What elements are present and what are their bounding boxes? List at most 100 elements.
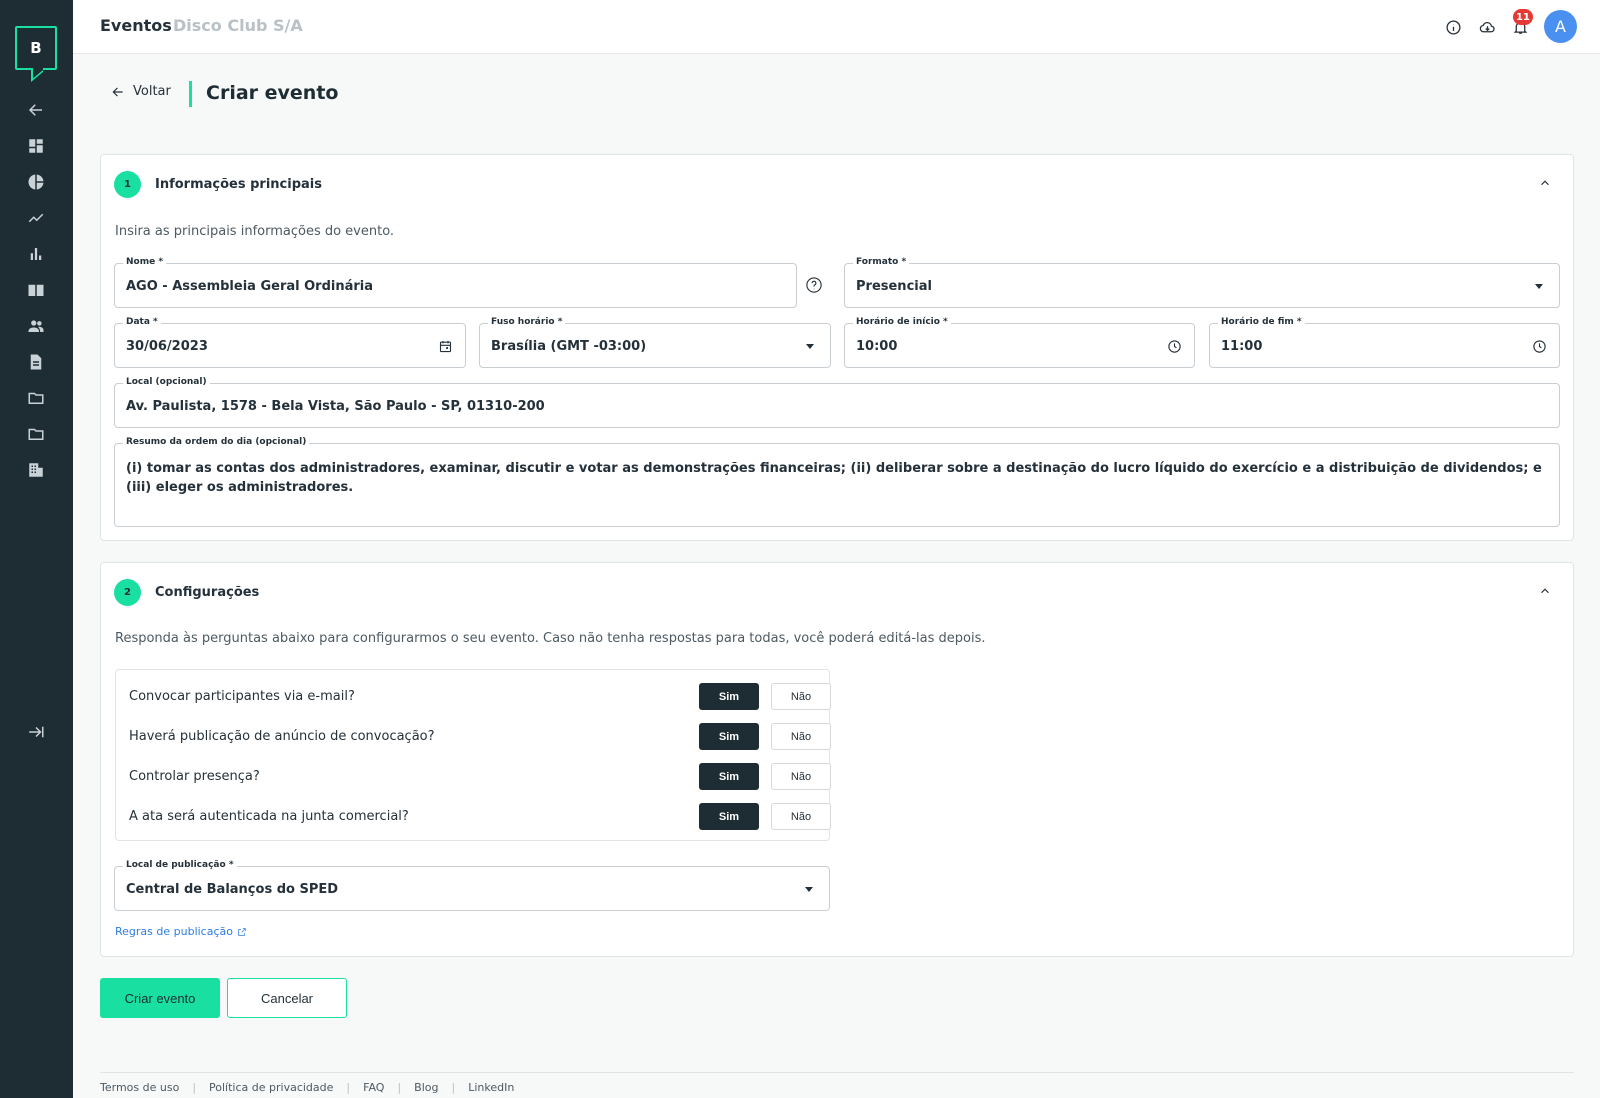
top-header: Eventos Disco Club S/A [73,0,1600,54]
arrow-left-icon [112,87,123,96]
dropdown-caret-icon [801,881,817,897]
publication-rules-link[interactable]: Regras de publicação [115,925,247,938]
step-badge: 1 [114,171,141,198]
step-badge: 2 [114,579,141,606]
field-label: Local de publicação * [123,860,237,870]
question-text: Convocar participantes via e-mail? [129,689,355,704]
back-label: Voltar [133,84,171,99]
company-name[interactable]: Disco Club S/A [173,16,303,35]
question-row: Convocar participantes via e-mail? Sim N… [129,682,831,712]
yes-button[interactable]: Sim [699,803,759,830]
question-row: Haverá publicação de anúncio de convocaç… [129,722,831,752]
location-field[interactable]: Local (opcional) Av. Paulista, 1578 - Be… [114,377,1560,428]
calendar-icon[interactable] [437,338,453,354]
start-time-field[interactable]: Horário de início * 10:00 [844,317,1195,368]
question-text: A ata será autenticada na junta comercia… [129,809,409,824]
question-row: Controlar presença? Sim Não [129,762,831,792]
footer-divider: | [397,1081,402,1094]
dropdown-caret-icon [802,338,818,354]
page-title: Criar evento [206,82,339,104]
field-label: Resumo da ordem do dia (opcional) [123,437,310,447]
help-icon[interactable] [805,276,823,294]
section-title: Informações principais [155,177,322,192]
name-field[interactable]: Nome * AGO - Assembleia Geral Ordinária [114,257,797,308]
bar-chart-icon[interactable] [26,244,46,264]
pie-chart-icon[interactable] [26,172,46,192]
footer-link-faq[interactable]: FAQ [363,1081,384,1094]
agenda-summary-textarea[interactable]: Resumo da ordem do dia (opcional) (i) to… [114,437,1560,527]
clock-icon[interactable] [1166,338,1182,354]
cloud-download-icon[interactable] [1477,17,1497,37]
field-value: 30/06/2023 [126,339,208,354]
no-button[interactable]: Não [771,803,831,830]
sidebar: B [0,0,73,1098]
building-icon[interactable] [26,460,46,480]
chevron-up-icon[interactable] [1538,583,1556,601]
field-value: Av. Paulista, 1578 - Bela Vista, São Pau… [126,399,545,414]
field-label: Data * [123,317,161,327]
arrow-left-icon[interactable] [26,100,46,120]
section-description: Insira as principais informações do even… [115,224,395,239]
avatar[interactable]: A [1544,10,1577,43]
no-button[interactable]: Não [771,683,831,710]
question-text: Controlar presença? [129,769,260,784]
folder-icon[interactable] [26,388,46,408]
notification-badge: 11 [1513,9,1533,25]
timezone-select[interactable]: Fuso horário * Brasília (GMT -03:00) [479,317,831,368]
question-text: Haverá publicação de anúncio de convocaç… [129,729,435,744]
end-time-field[interactable]: Horário de fim * 11:00 [1209,317,1560,368]
yes-button[interactable]: Sim [699,763,759,790]
field-label: Fuso horário * [488,317,566,327]
field-value: Brasília (GMT -03:00) [491,339,647,354]
publication-location-select[interactable]: Local de publicação * Central de Balanço… [114,860,830,911]
yes-button[interactable]: Sim [699,683,759,710]
footer-divider: | [192,1081,197,1094]
no-button[interactable]: Não [771,723,831,750]
logo-letter: B [30,39,42,57]
field-value: AGO - Assembleia Geral Ordinária [126,279,374,294]
clock-icon[interactable] [1531,338,1547,354]
question-row: A ata será autenticada na junta comercia… [129,802,831,832]
title-accent-bar [189,81,192,107]
field-value: Central de Balanços do SPED [126,882,339,897]
back-link[interactable]: Voltar [111,84,171,99]
trending-icon[interactable] [26,208,46,228]
dropdown-caret-icon [1531,278,1547,294]
no-button[interactable]: Não [771,763,831,790]
footer-divider: | [346,1081,351,1094]
chevron-up-icon[interactable] [1538,175,1556,193]
date-field[interactable]: Data * 30/06/2023 [114,317,466,368]
questions-box: Convocar participantes via e-mail? Sim N… [115,669,831,841]
brand-logo[interactable]: B [15,26,57,70]
link-label: Regras de publicação [115,925,233,938]
app-title: Eventos [100,16,172,35]
field-label: Horário de fim * [1218,317,1305,327]
yes-button[interactable]: Sim [699,723,759,750]
field-label: Horário de início * [853,317,951,327]
dashboard-icon[interactable] [26,136,46,156]
info-icon[interactable] [1443,17,1463,37]
section-title: Configurações [155,585,260,600]
footer-link-linkedin[interactable]: LinkedIn [468,1081,514,1094]
field-label: Local (opcional) [123,377,210,387]
field-value: (i) tomar as contas dos administradores,… [126,461,1542,495]
field-value: 10:00 [856,339,898,354]
field-label: Nome * [123,257,167,267]
expand-sidebar-icon[interactable] [26,722,46,742]
folder-icon[interactable] [26,424,46,444]
footer-link-privacy[interactable]: Política de privacidade [209,1081,333,1094]
create-event-button[interactable]: Criar evento [100,978,220,1018]
field-label: Formato * [853,257,910,267]
format-select[interactable]: Formato * Presencial [844,257,1560,308]
footer-link-terms[interactable]: Termos de uso [100,1081,179,1094]
footer-divider: | [451,1081,456,1094]
footer-link-blog[interactable]: Blog [414,1081,438,1094]
people-icon[interactable] [26,316,46,336]
document-icon[interactable] [26,352,46,372]
footer: Termos de uso | Política de privacidade … [100,1072,1574,1094]
cancel-button[interactable]: Cancelar [227,978,347,1018]
field-value: Presencial [856,279,932,294]
external-link-icon [238,927,246,936]
book-icon[interactable] [26,280,46,300]
field-value: 11:00 [1221,339,1263,354]
